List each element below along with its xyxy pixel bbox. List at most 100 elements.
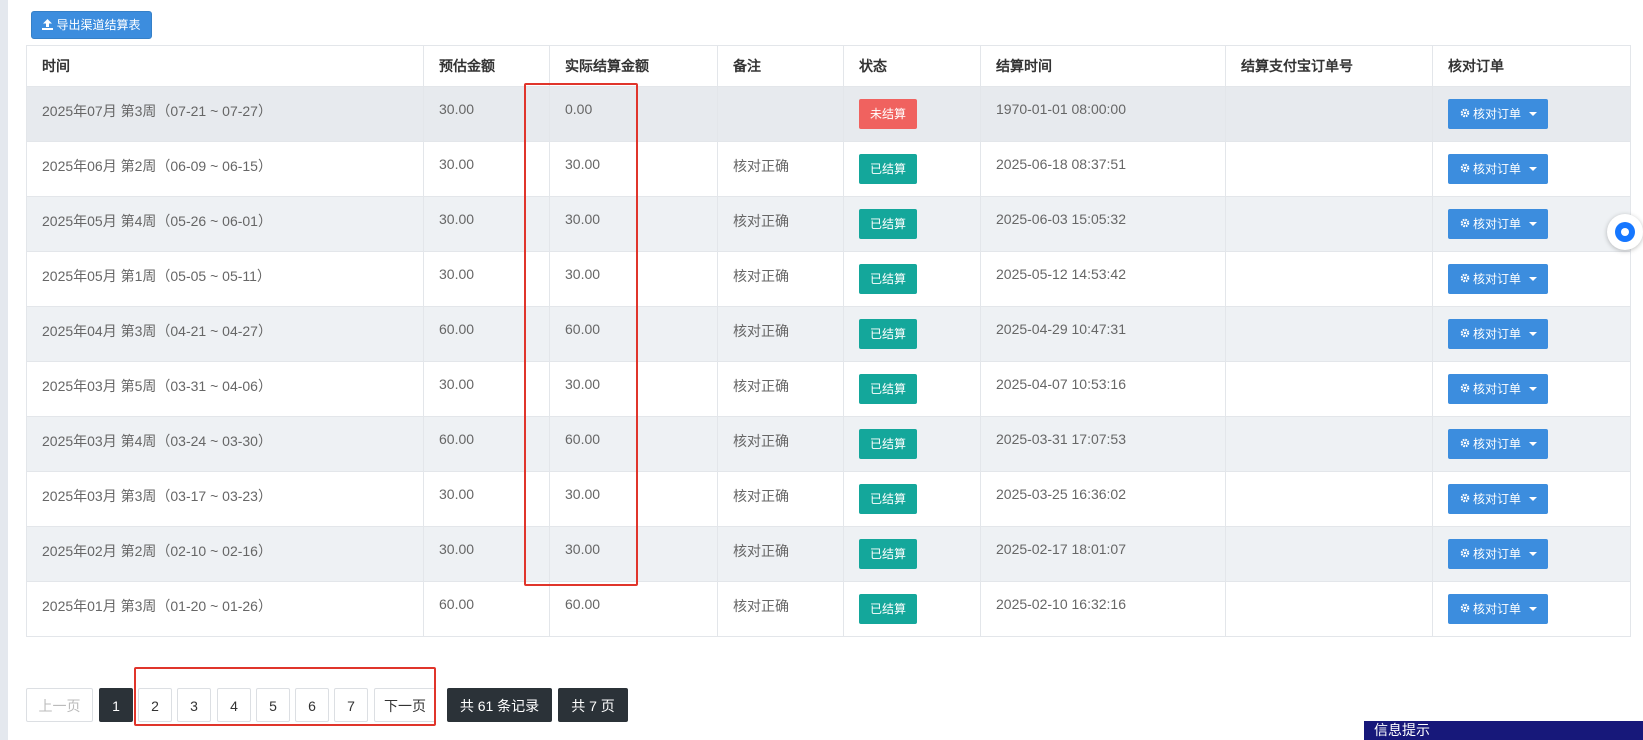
info-panel-title: 信息提示 <box>1374 722 1430 738</box>
cell-alipay-order <box>1225 581 1433 637</box>
cell-period: 2025年03月 第5周（03-31 ~ 04-06） <box>26 361 424 417</box>
cell-alipay-order <box>1225 196 1433 252</box>
status-badge: 已结算 <box>859 319 918 349</box>
info-panel[interactable]: 信息提示 <box>1364 721 1643 740</box>
check-order-label: 核对订单 <box>1473 327 1522 341</box>
header-check-order: 核对订单 <box>1432 45 1631 87</box>
header-settle-time: 结算时间 <box>980 45 1226 87</box>
table-row: 2025年05月 第1周（05-05 ~ 05-11） 30.00 30.00 核对正… <box>26 251 1631 307</box>
upload-icon <box>42 13 54 39</box>
table-row: 2025年01月 第3周（01-20 ~ 01-26） 60.00 60.00 核对正… <box>26 581 1631 637</box>
cell-period: 2025年01月 第3周（01-20 ~ 01-26） <box>26 581 424 637</box>
header-period: 时间 <box>26 45 424 87</box>
table-row: 2025年07月 第3周（07-21 ~ 07-27） 30.00 0.00 未结算 1… <box>26 86 1631 142</box>
chevron-down-icon <box>1529 112 1537 116</box>
settlement-table: 时间 预估金额 实际结算金额 备注 状态 结算时间 结算支付宝订单号 核对订单 … <box>26 45 1631 637</box>
cell-period: 2025年04月 第3周（04-21 ~ 04-27） <box>26 306 424 362</box>
check-order-dropdown-button[interactable]: 核对订单 <box>1448 374 1548 404</box>
check-order-label: 核对订单 <box>1473 437 1522 451</box>
cell-settle-time: 2025-06-18 08:37:51 <box>980 141 1226 197</box>
cell-settle-time: 2025-06-03 15:05:32 <box>980 196 1226 252</box>
assistant-icon <box>1615 222 1635 242</box>
cell-settle-time: 1970-01-01 08:00:00 <box>980 86 1226 142</box>
table-row: 2025年02月 第2周（02-10 ~ 02-16） 30.00 30.00 核对正… <box>26 526 1631 582</box>
cell-check-order: 核对订单 <box>1432 361 1631 417</box>
check-order-dropdown-button[interactable]: 核对订单 <box>1448 264 1548 294</box>
table-header-row: 时间 预估金额 实际结算金额 备注 状态 结算时间 结算支付宝订单号 核对订单 <box>26 45 1631 87</box>
total-records-label: 共 61 条记录 <box>447 688 552 722</box>
cell-alipay-order <box>1225 471 1433 527</box>
cell-settle-time: 2025-02-17 18:01:07 <box>980 526 1226 582</box>
check-order-label: 核对订单 <box>1473 492 1522 506</box>
cell-check-order: 核对订单 <box>1432 471 1631 527</box>
cell-settle-time: 2025-04-29 10:47:31 <box>980 306 1226 362</box>
gear-icon <box>1460 154 1470 184</box>
table-row: 2025年03月 第3周（03-17 ~ 03-23） 30.00 30.00 核对正… <box>26 471 1631 527</box>
cell-alipay-order <box>1225 526 1433 582</box>
check-order-label: 核对订单 <box>1473 272 1522 286</box>
check-order-dropdown-button[interactable]: 核对订单 <box>1448 484 1548 514</box>
check-order-label: 核对订单 <box>1473 217 1522 231</box>
header-status: 状态 <box>843 45 981 87</box>
table-row: 2025年03月 第4周（03-24 ~ 03-30） 60.00 60.00 核对正… <box>26 416 1631 472</box>
chevron-down-icon <box>1529 497 1537 501</box>
check-order-dropdown-button[interactable]: 核对订单 <box>1448 594 1548 624</box>
cell-note: 核对正确 <box>717 196 844 252</box>
check-order-label: 核对订单 <box>1473 382 1522 396</box>
status-badge: 已结算 <box>859 594 918 624</box>
cell-settle-time: 2025-02-10 16:32:16 <box>980 581 1226 637</box>
export-settlement-button[interactable]: 导出渠道结算表 <box>31 11 152 39</box>
cell-period: 2025年03月 第4周（03-24 ~ 03-30） <box>26 416 424 472</box>
chevron-down-icon <box>1529 332 1537 336</box>
cell-note: 核对正确 <box>717 471 844 527</box>
left-edge-bar <box>0 0 8 740</box>
cell-estimated: 60.00 <box>423 581 550 637</box>
check-order-dropdown-button[interactable]: 核对订单 <box>1448 429 1548 459</box>
cell-period: 2025年06月 第2周（06-09 ~ 06-15） <box>26 141 424 197</box>
cell-alipay-order <box>1225 251 1433 307</box>
check-order-dropdown-button[interactable]: 核对订单 <box>1448 209 1548 239</box>
table-row: 2025年06月 第2周（06-09 ~ 06-15） 30.00 30.00 核对正… <box>26 141 1631 197</box>
status-badge: 已结算 <box>859 154 918 184</box>
chevron-down-icon <box>1529 552 1537 556</box>
chevron-down-icon <box>1529 277 1537 281</box>
cell-check-order: 核对订单 <box>1432 416 1631 472</box>
cell-actual: 60.00 <box>549 581 718 637</box>
cell-note: 核对正确 <box>717 141 844 197</box>
status-badge: 已结算 <box>859 539 918 569</box>
gear-icon <box>1460 429 1470 459</box>
cell-period: 2025年05月 第1周（05-05 ~ 05-11） <box>26 251 424 307</box>
status-badge: 已结算 <box>859 264 918 294</box>
cell-status: 已结算 <box>843 196 981 252</box>
cell-alipay-order <box>1225 141 1433 197</box>
cell-note: 核对正确 <box>717 251 844 307</box>
cell-note: 核对正确 <box>717 361 844 417</box>
check-order-label: 核对订单 <box>1473 107 1522 121</box>
floating-assistant-button[interactable] <box>1607 214 1643 250</box>
page-button-1[interactable]: 1 <box>99 688 133 722</box>
cell-check-order: 核对订单 <box>1432 251 1631 307</box>
gear-icon <box>1460 99 1470 129</box>
export-label: 导出渠道结算表 <box>56 18 141 32</box>
cell-check-order: 核对订单 <box>1432 581 1631 637</box>
gear-icon <box>1460 209 1470 239</box>
gear-icon <box>1460 594 1470 624</box>
check-order-dropdown-button[interactable]: 核对订单 <box>1448 539 1548 569</box>
cell-status: 未结算 <box>843 86 981 142</box>
cell-note: 核对正确 <box>717 526 844 582</box>
cell-alipay-order <box>1225 416 1433 472</box>
status-badge: 已结算 <box>859 484 918 514</box>
cell-period: 2025年05月 第4周（05-26 ~ 06-01） <box>26 196 424 252</box>
check-order-dropdown-button[interactable]: 核对订单 <box>1448 319 1548 349</box>
cell-check-order: 核对订单 <box>1432 526 1631 582</box>
cell-alipay-order <box>1225 86 1433 142</box>
prev-page-button[interactable]: 上一页 <box>26 688 93 722</box>
check-order-label: 核对订单 <box>1473 602 1522 616</box>
total-pages-label: 共 7 页 <box>558 688 628 722</box>
cell-status: 已结算 <box>843 416 981 472</box>
chevron-down-icon <box>1529 387 1537 391</box>
highlight-box-actual-amount <box>524 83 638 586</box>
cell-check-order: 核对订单 <box>1432 196 1631 252</box>
check-order-dropdown-button[interactable]: 核对订单 <box>1448 154 1548 184</box>
check-order-dropdown-button[interactable]: 核对订单 <box>1448 99 1548 129</box>
